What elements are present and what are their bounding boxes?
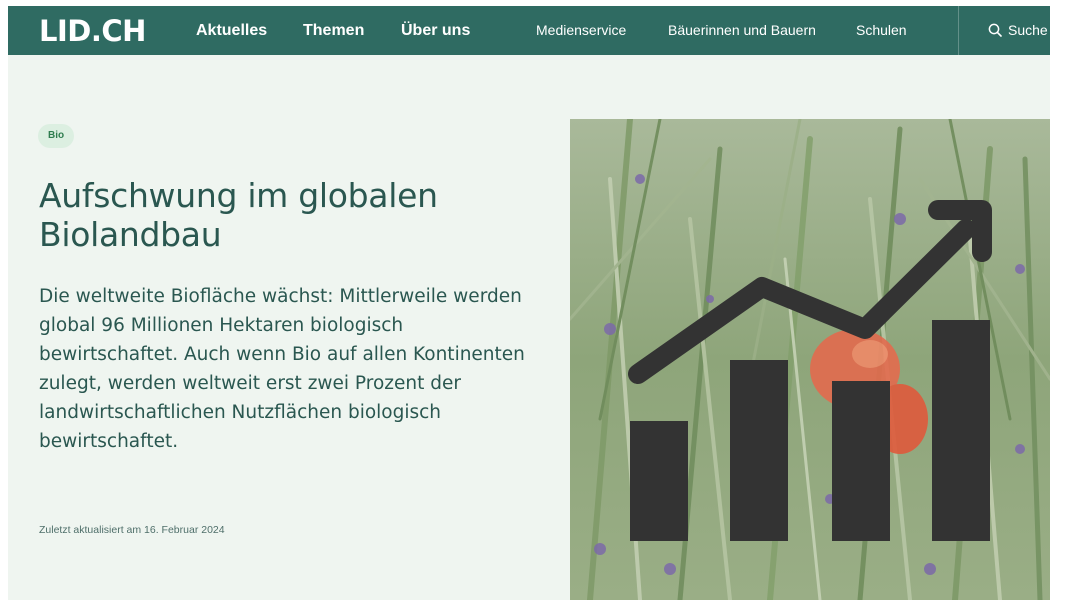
search-icon	[988, 23, 1002, 37]
nav-item-aktuelles[interactable]: Aktuelles	[196, 6, 267, 55]
search-label: Suche	[1008, 22, 1048, 38]
chart-bar	[832, 381, 890, 541]
page: LID.CH Aktuelles Themen Über uns Mediens…	[8, 6, 1050, 600]
last-updated: Zuletzt aktualisiert am 16. Februar 2024	[39, 524, 225, 536]
top-navigation: LID.CH Aktuelles Themen Über uns Mediens…	[8, 6, 1050, 55]
topic-tag[interactable]: Bio	[38, 124, 75, 148]
nav-divider	[958, 6, 959, 55]
nav-item-baeuerinnen-und-bauern[interactable]: Bäuerinnen und Bauern	[668, 6, 816, 55]
nav-item-medienservice[interactable]: Medienservice	[536, 6, 626, 55]
nav-item-themen[interactable]: Themen	[303, 6, 364, 55]
article-lead: Die weltweite Biofläche wächst: Mittlerw…	[39, 286, 525, 452]
nav-item-schulen[interactable]: Schulen	[856, 6, 907, 55]
site-logo[interactable]: LID.CH	[39, 14, 146, 48]
chart-bar	[730, 360, 788, 541]
nav-item-ueber-uns[interactable]: Über uns	[401, 6, 470, 55]
article-title: Aufschwung im globalen Biolandbau	[39, 176, 438, 254]
search-button[interactable]: Suche	[988, 6, 1048, 55]
chart-bar	[630, 421, 688, 541]
hero-image	[570, 119, 1050, 600]
chart-bar	[932, 320, 990, 541]
